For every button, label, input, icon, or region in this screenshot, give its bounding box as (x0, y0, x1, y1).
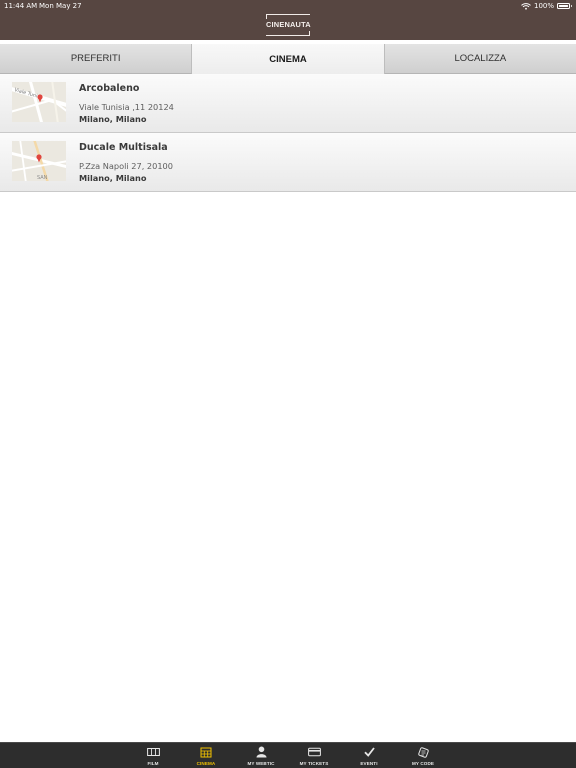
cinema-row[interactable]: Viale Tuni Arcobaleno Viale Tunisia ,11 … (0, 74, 576, 133)
cinema-name: Arcobaleno (79, 83, 140, 94)
nav-film[interactable]: FILM (133, 746, 173, 768)
code-icon (403, 746, 443, 758)
status-right: 100% (521, 2, 572, 10)
checkmark-icon (349, 746, 389, 758)
cinema-city: Milano, Milano (79, 173, 147, 183)
user-icon (241, 746, 281, 758)
map-thumbnail: SAN (12, 141, 66, 181)
nav-my-webtic[interactable]: MY WEBTIC (241, 746, 281, 768)
nav-my-tickets[interactable]: MY TICKETS (294, 746, 334, 768)
battery-icon (557, 3, 572, 9)
nav-label: CINEMA (196, 761, 216, 766)
nav-label: EVENTI (360, 761, 378, 766)
segment-tabs: PREFERITI CINEMA LOCALIZZA (0, 44, 576, 74)
app-header: 11:44 AM Mon May 27 100% CINENAUTA (0, 0, 576, 40)
nav-eventi[interactable]: EVENTI (349, 746, 389, 768)
nav-label: FILM (147, 761, 159, 766)
cinema-address: Viale Tunisia ,11 20124 (79, 102, 174, 112)
map-label: SAN (37, 175, 48, 181)
cinema-list: Viale Tuni Arcobaleno Viale Tunisia ,11 … (0, 74, 576, 192)
logo-text: CINENAUTA (266, 20, 311, 29)
tab-cinema[interactable]: CINEMA (192, 44, 385, 74)
map-thumbnail: Viale Tuni (12, 82, 66, 122)
nav-label: MY WEBTIC (247, 761, 275, 766)
nav-cinema[interactable]: CINEMA (186, 746, 226, 768)
film-icon (133, 746, 173, 758)
nav-my-code[interactable]: MY CODE (403, 746, 443, 768)
nav-label: MY CODE (411, 761, 435, 766)
battery-percent: 100% (533, 2, 554, 10)
cinema-name: Ducale Multisala (79, 142, 168, 153)
cinenauta-logo: CINENAUTA (266, 14, 311, 36)
tab-localizza[interactable]: LOCALIZZA (384, 44, 576, 74)
status-time: 11:44 AM (4, 2, 38, 10)
bottom-tab-bar: FILM CINEMA MY WEBTIC MY TICKETS EVENTI … (0, 742, 576, 768)
cinema-city: Milano, Milano (79, 114, 147, 124)
cinema-address: P.Zza Napoli 27, 20100 (79, 161, 173, 171)
tab-preferiti[interactable]: PREFERITI (0, 44, 193, 74)
cinema-icon (186, 746, 226, 758)
ticket-card-icon (294, 746, 334, 758)
status-date: Mon May 27 (39, 2, 82, 10)
wifi-icon (521, 2, 531, 10)
status-bar: 11:44 AM Mon May 27 100% (0, 0, 576, 12)
nav-label: MY TICKETS (299, 761, 329, 766)
cinema-row[interactable]: SAN Ducale Multisala P.Zza Napoli 27, 20… (0, 133, 576, 192)
